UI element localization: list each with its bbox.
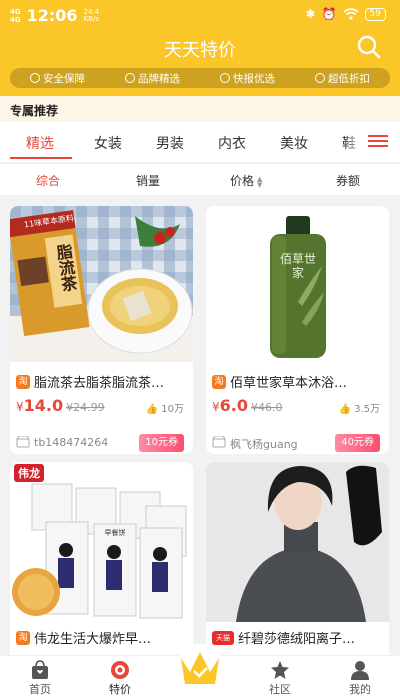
user-icon bbox=[351, 661, 369, 680]
nav-home[interactable]: 首页 bbox=[10, 660, 70, 697]
product-title[interactable]: 纤碧莎德绒阳离子… bbox=[238, 628, 382, 647]
thumb-icon: 👍 bbox=[145, 404, 159, 415]
tab-underwear[interactable]: 内衣 bbox=[218, 133, 246, 153]
shop-name: tb148474264 bbox=[34, 436, 109, 449]
active-tab-indicator bbox=[10, 157, 72, 159]
taobao-badge: 淘 bbox=[16, 630, 30, 645]
bluetooth-icon: ✱ bbox=[305, 7, 316, 21]
header: 4G 4G 12:06 24.4 KB/s ✱ ⏰ 59 天天特价 安全保障 品… bbox=[0, 0, 400, 96]
taobao-badge: 淘 bbox=[16, 374, 30, 389]
sort-overall[interactable]: 综合 bbox=[36, 172, 60, 189]
wifi-icon bbox=[343, 8, 359, 20]
heart-icon bbox=[125, 73, 135, 83]
sort-arrows-icon: ▲ ▼ bbox=[257, 174, 263, 189]
taobao-badge: 淘 bbox=[212, 374, 226, 389]
product-title[interactable]: 佰草世家草本沐浴… bbox=[230, 372, 382, 391]
product-title[interactable]: 脂流茶去脂茶脂流茶… bbox=[34, 372, 186, 391]
product-card[interactable]: 天猫 纤碧莎德绒阳离子… bbox=[206, 462, 389, 662]
shop-name: 枫飞杨guang bbox=[230, 438, 298, 451]
status-time: 12:06 bbox=[26, 6, 78, 25]
menu-icon[interactable] bbox=[368, 135, 388, 149]
sales-count: 👍 3.5万 bbox=[338, 404, 380, 415]
currency-symbol: ¥ bbox=[212, 400, 220, 414]
image-caption-text: 佰草世家 bbox=[280, 252, 317, 280]
tab-fade bbox=[344, 122, 364, 162]
status-bar: 4G 4G 12:06 24.4 KB/s ✱ ⏰ 59 bbox=[0, 0, 400, 28]
section-heading: 专属推荐 bbox=[0, 96, 400, 122]
battery-indicator: 59 bbox=[364, 7, 386, 21]
brand-logo: 伟龙 bbox=[14, 464, 44, 482]
tab-women[interactable]: 女装 bbox=[94, 133, 122, 153]
tab-featured[interactable]: 精选 bbox=[26, 133, 54, 153]
feature-item: 安全保障 bbox=[30, 71, 85, 86]
bottom-nav: 首页 特价 社区 我的 bbox=[0, 644, 400, 700]
product-image[interactable]: 11味草本原料 脂流茶 bbox=[10, 206, 193, 362]
box-label-text: 早餐饼 bbox=[104, 529, 126, 537]
nav-community[interactable]: 社区 bbox=[250, 660, 310, 697]
feature-strip: 安全保障 品牌精选 快报优选 超低折扣 bbox=[10, 68, 390, 88]
sort-bar: 综合 销量 价格 ▲ ▼ 券额 bbox=[0, 163, 400, 195]
network-indicator: 4G 4G bbox=[10, 7, 21, 24]
feature-item: 快报优选 bbox=[220, 71, 275, 86]
network-speed: 24.4 KB/s bbox=[83, 7, 100, 23]
tmall-badge: 天猫 bbox=[212, 630, 234, 645]
sort-price[interactable]: 价格 ▲ ▼ bbox=[230, 172, 262, 189]
check-icon bbox=[220, 73, 230, 83]
feature-item: 超低折扣 bbox=[315, 71, 370, 86]
currency-symbol: ¥ bbox=[16, 400, 24, 414]
category-tabs: 精选 女装 男装 内衣 美妆 鞋 bbox=[0, 122, 400, 162]
deals-icon bbox=[111, 661, 129, 679]
community-icon bbox=[271, 661, 289, 679]
shop-icon bbox=[212, 436, 226, 448]
nav-deals[interactable]: 特价 bbox=[90, 660, 150, 697]
sales-count: 👍 10万 bbox=[145, 404, 184, 415]
coupon-badge[interactable]: 40元券 bbox=[335, 434, 380, 452]
product-card[interactable]: 佰草世家 淘 佰草世家草本沐浴… ¥6.0 ¥46.0 👍 3.5万 枫飞杨gua… bbox=[206, 206, 389, 454]
page-title: 天天特价 bbox=[164, 40, 236, 61]
shield-icon bbox=[30, 73, 40, 83]
coupon-badge[interactable]: 10元券 bbox=[139, 434, 184, 452]
product-price: 6.0 bbox=[219, 396, 248, 415]
sort-sales[interactable]: 销量 bbox=[136, 172, 160, 189]
shopping-bag-icon bbox=[32, 660, 48, 679]
sort-coupon[interactable]: 券额 bbox=[336, 172, 360, 189]
discount-icon bbox=[315, 73, 325, 83]
thumb-icon: 👍 bbox=[338, 404, 351, 415]
original-price: ¥24.99 bbox=[66, 401, 105, 414]
center-button[interactable] bbox=[175, 644, 225, 694]
product-title[interactable]: 伟龙生活大爆炸早… bbox=[34, 628, 186, 647]
original-price: ¥46.0 bbox=[250, 401, 283, 414]
crown-icon bbox=[181, 652, 219, 684]
product-card[interactable]: 11味草本原料 脂流茶 淘 脂流茶去脂茶脂流茶… ¥14.0 ¥24.99 👍 1… bbox=[10, 206, 193, 454]
tab-beauty[interactable]: 美妆 bbox=[280, 133, 308, 153]
nav-profile[interactable]: 我的 bbox=[330, 660, 390, 697]
feature-item: 品牌精选 bbox=[125, 71, 180, 86]
product-image[interactable]: 伟龙 早餐饼 bbox=[10, 462, 193, 622]
alarm-icon: ⏰ bbox=[321, 7, 337, 21]
product-image[interactable]: 佰草世家 bbox=[206, 206, 389, 362]
product-card[interactable]: 伟龙 早餐饼 淘 伟龙生活大爆炸早… bbox=[10, 462, 193, 662]
product-image[interactable] bbox=[206, 462, 389, 622]
shop-icon bbox=[16, 436, 30, 448]
product-price: 14.0 bbox=[23, 396, 64, 415]
tab-men[interactable]: 男装 bbox=[156, 133, 184, 153]
search-icon[interactable] bbox=[356, 34, 382, 60]
